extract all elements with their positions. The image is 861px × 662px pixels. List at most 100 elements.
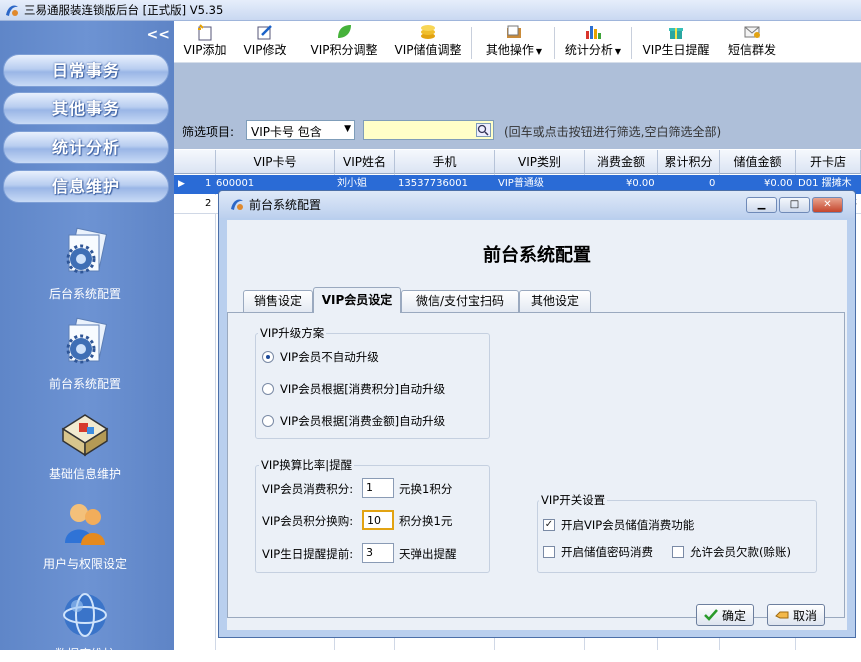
coins-icon xyxy=(421,25,435,39)
maximize-button[interactable]: □ xyxy=(779,197,810,213)
frontend-config-dialog: 前台系统配置 ▁ □ ✕ 前台系统配置 销售设定 VIP会员设定 微信/支付宝扫… xyxy=(218,190,856,638)
column-header[interactable]: VIP类别 xyxy=(495,150,585,174)
checkmark-icon: ✓ xyxy=(543,519,555,531)
radio-icon xyxy=(262,415,274,427)
allow-credit-checkbox[interactable]: 允许会员欠款(赊账) xyxy=(672,544,791,560)
tab-wechat-alipay[interactable]: 微信/支付宝扫码 xyxy=(401,290,519,312)
other-operations-button[interactable]: 其他操作 ▼ xyxy=(478,21,550,63)
enable-stored-password-checkbox[interactable]: 开启储值密码消费 xyxy=(543,544,653,560)
toolbar-label: 其他操作 ▼ xyxy=(485,43,543,57)
radio-icon xyxy=(262,383,274,395)
chart-icon xyxy=(586,26,601,39)
column-header[interactable]: 消费金额 xyxy=(585,150,658,174)
sms-broadcast-button[interactable]: 短信群发 xyxy=(724,21,780,63)
grid-line xyxy=(215,174,216,650)
cancel-button[interactable]: 取消 xyxy=(767,604,825,626)
add-vip-icon xyxy=(198,24,212,41)
vip-add-button[interactable]: VIP添加 xyxy=(180,21,230,63)
sidebar-item-label: 用户与权限设定 xyxy=(42,557,127,571)
app-logo-icon xyxy=(6,5,18,16)
toolbar-label: 统计分析 ▼ xyxy=(564,43,622,57)
toolbar: VIP添加 VIP修改 VIP积分调整 VIP储值调整 其他操作 ▼ 统计分析 ▼ … xyxy=(174,21,861,63)
dialog-title: 前台系统配置 xyxy=(249,198,322,212)
button-label: 取消 xyxy=(792,608,817,623)
upgrade-option-by-points[interactable]: VIP会员根据[消费积分]自动升级 xyxy=(262,381,445,397)
checkbox-icon xyxy=(543,546,555,558)
enable-stored-value-checkbox[interactable]: ✓ 开启VIP会员储值消费功能 xyxy=(543,517,694,533)
toolbar-label: VIP积分调整 xyxy=(310,43,378,57)
row-number: 2 xyxy=(205,198,212,209)
tab-other-settings[interactable]: 其他设定 xyxy=(519,290,591,312)
points-per-yuan-input[interactable]: 1 xyxy=(362,478,394,498)
filter-label: 筛选项目: xyxy=(182,125,235,139)
sidebar-item-user-permissions[interactable]: 用户与权限设定 xyxy=(0,499,170,572)
sidebar-item-database[interactable]: 数据库维护 xyxy=(0,591,170,662)
sidebar-item-label: 数据库维护 xyxy=(54,647,115,661)
radio-selected-icon xyxy=(262,351,274,363)
column-header[interactable]: VIP卡号 xyxy=(216,150,335,174)
column-header[interactable]: 手机 xyxy=(395,150,495,174)
minimize-button[interactable]: ▁ xyxy=(746,197,777,213)
birthday-reminder-suffix: 天弹出提醒 xyxy=(399,547,457,561)
sidebar-item-backend-config[interactable]: 后台系统配置 xyxy=(0,227,170,302)
hand-icon xyxy=(775,611,789,619)
column-header[interactable]: 储值金额 xyxy=(720,150,796,174)
vip-stored-value-adjust-button[interactable]: VIP储值调整 xyxy=(390,21,466,63)
app-logo-icon xyxy=(231,199,243,210)
toolbar-label: VIP生日提醒 xyxy=(642,43,710,57)
settings-window-icon xyxy=(66,227,108,274)
nav-daily-affairs[interactable]: 日常事务 xyxy=(3,54,169,87)
tab-sales-settings[interactable]: 销售设定 xyxy=(243,290,313,312)
close-button[interactable]: ✕ xyxy=(812,197,843,213)
group-title: VIP升级方案 xyxy=(258,325,327,341)
mail-icon xyxy=(744,26,760,38)
gift-icon xyxy=(669,28,683,39)
nav-other-affairs[interactable]: 其他事务 xyxy=(3,92,169,125)
globe-icon xyxy=(63,593,107,637)
maximize-icon: □ xyxy=(789,199,800,210)
sidebar-item-basic-info[interactable]: 基础信息维护 xyxy=(0,411,170,482)
nav-info-maintenance[interactable]: 信息维护 xyxy=(3,170,169,203)
folder-icon xyxy=(507,25,521,38)
app-title: 三易通服装连锁版后台 [正式版] V5.35 xyxy=(24,3,224,17)
search-icon xyxy=(477,124,489,136)
column-header[interactable]: VIP姓名 xyxy=(335,150,395,174)
button-label: 确定 xyxy=(721,608,746,623)
points-redeem-input[interactable]: 10 xyxy=(362,510,394,530)
toolbar-separator xyxy=(631,27,632,59)
vip-birthday-reminder-button[interactable]: VIP生日提醒 xyxy=(640,21,712,63)
ok-button[interactable]: 确定 xyxy=(696,604,754,626)
statistics-button[interactable]: 统计分析 ▼ xyxy=(560,21,626,63)
birthday-reminder-input[interactable]: 3 xyxy=(362,543,394,563)
leaf-icon xyxy=(338,25,351,38)
chevron-down-icon: ▼ xyxy=(344,124,351,134)
vip-edit-button[interactable]: VIP修改 xyxy=(240,21,290,63)
users-icon xyxy=(65,504,105,545)
checkbox-label: 开启储值密码消费 xyxy=(561,545,653,559)
toolbar-label: VIP储值调整 xyxy=(394,43,462,57)
upgrade-option-none[interactable]: VIP会员不自动升级 xyxy=(262,349,379,365)
birthday-reminder-label: VIP生日提醒提前: xyxy=(262,547,354,561)
upgrade-option-by-amount[interactable]: VIP会员根据[消费金额]自动升级 xyxy=(262,413,445,429)
sidebar-item-label: 基础信息维护 xyxy=(48,467,121,481)
settings-window-icon xyxy=(66,317,108,364)
collapse-sidebar-button[interactable]: << xyxy=(147,27,170,43)
toolbar-label: VIP修改 xyxy=(243,43,287,57)
filter-input[interactable] xyxy=(363,120,494,140)
checkbox-label: 允许会员欠款(赊账) xyxy=(690,545,791,559)
nav-statistics[interactable]: 统计分析 xyxy=(3,131,169,164)
dialog-heading: 前台系统配置 xyxy=(483,245,591,266)
vip-points-adjust-button[interactable]: VIP积分调整 xyxy=(306,21,382,63)
column-header[interactable]: 累计积分 xyxy=(658,150,720,174)
checkmark-icon xyxy=(704,609,718,621)
group-title: VIP换算比率|提醒 xyxy=(259,457,355,473)
checkbox-label: 开启VIP会员储值消费功能 xyxy=(561,518,695,532)
tab-vip-settings[interactable]: VIP会员设定 xyxy=(313,287,401,313)
toolbar-label: VIP添加 xyxy=(183,43,227,57)
group-title: VIP开关设置 xyxy=(539,492,608,508)
option-label: VIP会员根据[消费金额]自动升级 xyxy=(280,414,446,428)
column-header[interactable]: 开卡店 xyxy=(796,150,861,174)
filter-field-select[interactable]: VIP卡号 包含 ▼ xyxy=(246,120,355,140)
sidebar-item-frontend-config[interactable]: 前台系统配置 xyxy=(0,317,170,392)
filter-search-button[interactable] xyxy=(476,123,491,137)
